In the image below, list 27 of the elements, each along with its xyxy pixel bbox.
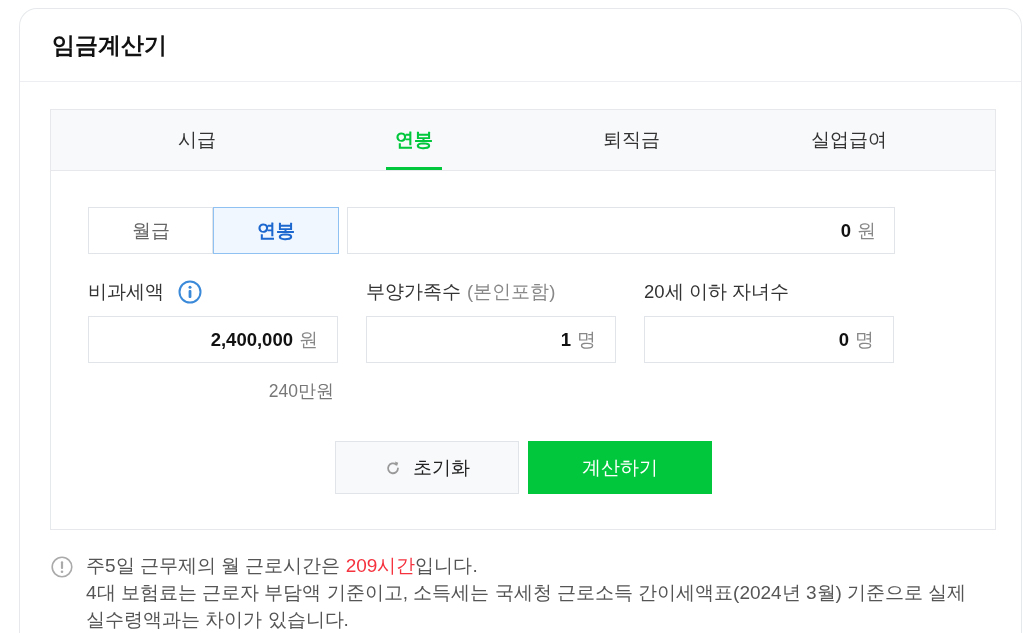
- field-value: 0: [840, 218, 851, 243]
- number-field[interactable]: 0 명: [644, 316, 894, 363]
- number-field[interactable]: 2,400,000 원: [88, 316, 338, 363]
- field-label: 부양가족수: [366, 280, 461, 305]
- field-label: 20세 이하 자녀수: [644, 280, 789, 305]
- tab[interactable]: 실업급여: [802, 110, 897, 170]
- unit-label: 원: [299, 327, 318, 352]
- tab[interactable]: 퇴직금: [594, 110, 670, 170]
- field-label: 비과세액: [88, 280, 164, 305]
- unit-label: 명: [855, 327, 874, 352]
- notice-text: 4대 보험료는 근로자 부담액 기준이고, 소득세는 국세청 근로소득 간이세액표(2024년 3월) 기준으로 실제 실수령액과는 차이가 있습니다.: [86, 581, 968, 633]
- tab[interactable]: 시급: [168, 110, 225, 170]
- field-value: 1: [560, 327, 571, 352]
- number-field[interactable]: 1 명: [366, 316, 616, 363]
- converted-amount: 240만원: [268, 380, 334, 403]
- notice-text: 주5일 근무제의 월 근로시간은 209시간입니다.: [86, 554, 479, 579]
- toggle-option[interactable]: 연봉: [213, 207, 339, 254]
- reset-button[interactable]: 초기화: [334, 441, 519, 495]
- toggle-option[interactable]: 월급: [88, 207, 213, 254]
- field-value: 0: [838, 327, 849, 352]
- field-hint: (본인포함): [467, 280, 556, 305]
- field-value: 2,400,000: [210, 327, 293, 352]
- unit-label: 명: [577, 327, 596, 352]
- amount-field[interactable]: 0 원: [347, 207, 895, 254]
- unit-label: 원: [857, 218, 876, 243]
- alert-icon: [51, 556, 73, 579]
- card-title: 임금계산기: [52, 30, 167, 60]
